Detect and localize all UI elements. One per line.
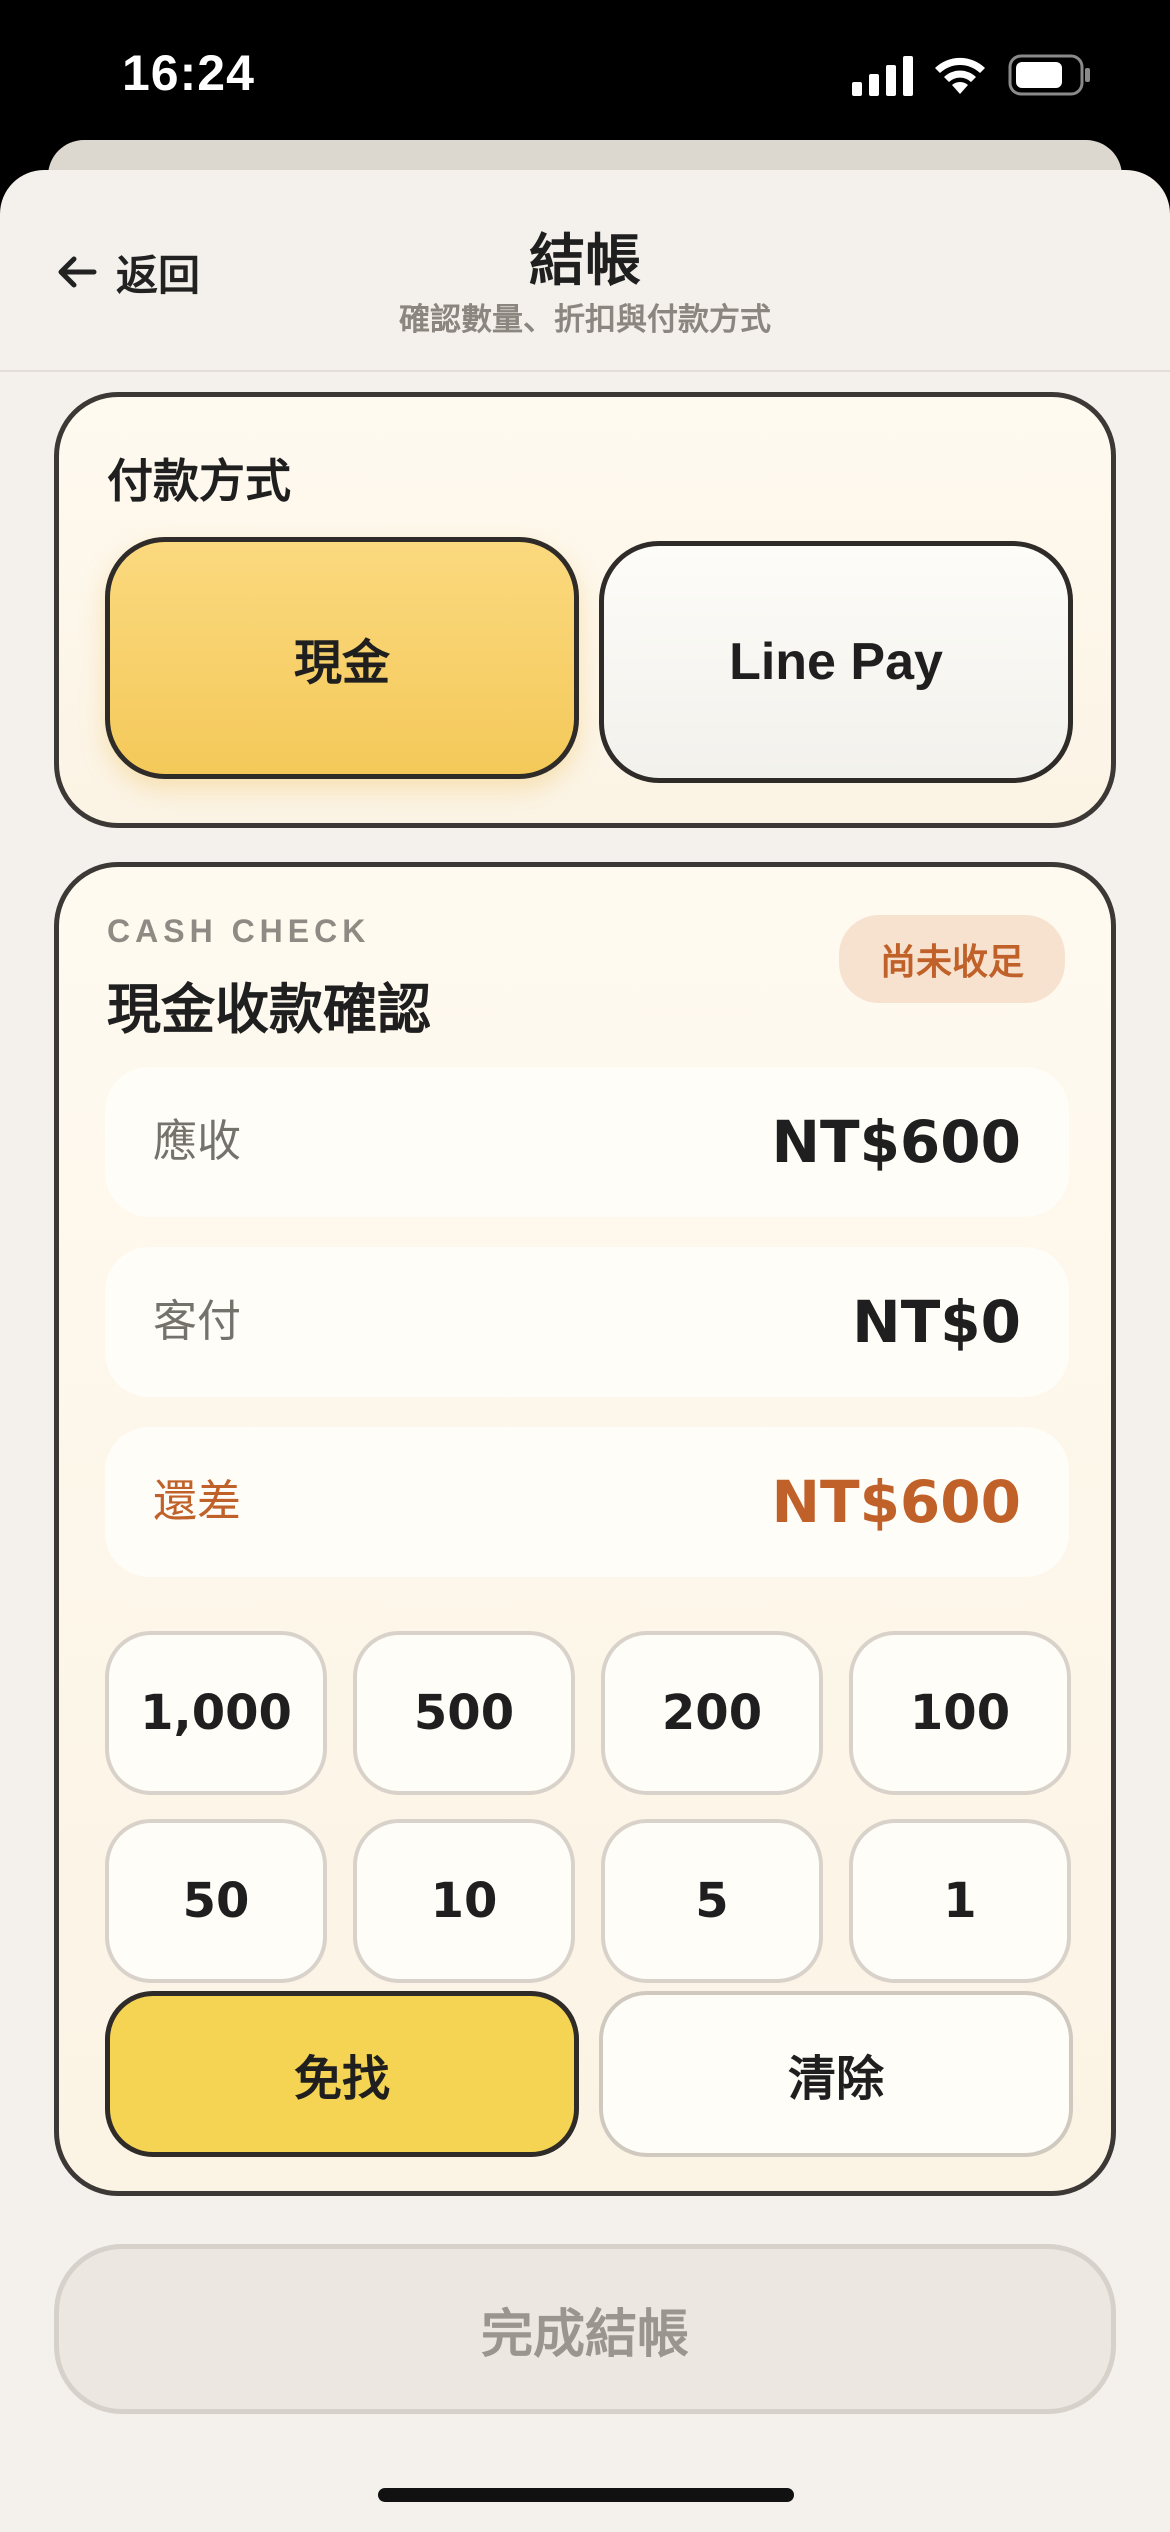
cash-method-button[interactable]: 現金 — [105, 537, 579, 779]
denomination-button-5[interactable]: 5 — [601, 1819, 823, 1983]
amount-due-row: 應收 NT$600 — [105, 1067, 1069, 1217]
denomination-button-100[interactable]: 100 — [849, 1631, 1071, 1795]
denomination-button-1[interactable]: 1 — [849, 1819, 1071, 1983]
amount-paid-value: NT$0 — [852, 1288, 1021, 1356]
denomination-button-10[interactable]: 10 — [353, 1819, 575, 1983]
status-badge: 尚未收足 — [839, 915, 1065, 1003]
no-change-button[interactable]: 免找 — [105, 1991, 579, 2157]
checkout-sheet: 返回 結帳 確認數量、折扣與付款方式 付款方式 現金 Line Pay CASH… — [0, 170, 1170, 2532]
amount-paid-label: 客付 — [153, 1296, 241, 1347]
denomination-button-50[interactable]: 50 — [105, 1819, 327, 1983]
cash-check-title: 現金收款確認 — [107, 978, 431, 1041]
amount-remaining-label: 還差 — [153, 1476, 241, 1527]
amount-paid-row: 客付 NT$0 — [105, 1247, 1069, 1397]
nav-header: 返回 結帳 確認數量、折扣與付款方式 — [0, 170, 1170, 372]
payment-method-title: 付款方式 — [107, 454, 291, 508]
status-bar: 16:24 — [0, 0, 1170, 150]
battery-icon — [1008, 54, 1090, 96]
amount-remaining-value: NT$600 — [771, 1468, 1021, 1536]
home-indicator — [378, 2488, 794, 2502]
cash-check-eyebrow: CASH CHECK — [107, 913, 371, 949]
denomination-button-500[interactable]: 500 — [353, 1631, 575, 1795]
amount-due-label: 應收 — [153, 1116, 241, 1167]
wifi-icon — [935, 57, 985, 94]
page-subtitle: 確認數量、折扣與付款方式 — [399, 302, 771, 338]
amount-remaining-row: 還差 NT$600 — [105, 1427, 1069, 1577]
signal-icon — [852, 56, 913, 96]
linepay-method-button[interactable]: Line Pay — [599, 541, 1073, 783]
cash-check-card: CASH CHECK 現金收款確認 尚未收足 應收 NT$600 客付 NT$0… — [54, 862, 1116, 2196]
amount-due-value: NT$600 — [771, 1108, 1021, 1176]
clear-button[interactable]: 清除 — [599, 1991, 1073, 2157]
denomination-button-200[interactable]: 200 — [601, 1631, 823, 1795]
complete-checkout-button[interactable]: 完成結帳 — [54, 2244, 1116, 2414]
denomination-button-1000[interactable]: 1,000 — [105, 1631, 327, 1795]
page-title: 結帳 — [529, 229, 641, 294]
status-time: 16:24 — [122, 45, 255, 101]
payment-method-card: 付款方式 現金 Line Pay — [54, 392, 1116, 828]
